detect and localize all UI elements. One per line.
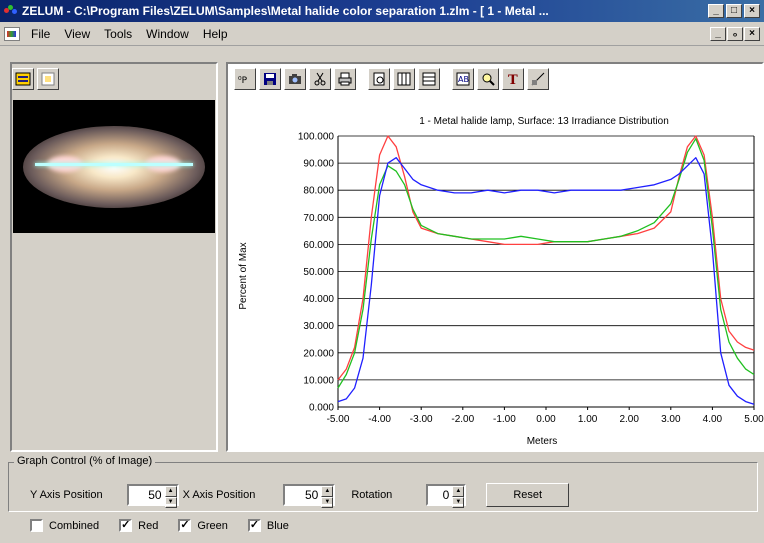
y-tick-label: 80.000 [303, 186, 334, 197]
split-view-icon[interactable] [12, 68, 34, 90]
channel-checkboxes: Combined ✓ Red ✓ Green ✓ Blue [30, 519, 309, 532]
close-button[interactable]: × [744, 4, 760, 18]
mdi-minimize-button[interactable]: _ [710, 26, 726, 41]
x-axis-down-arrow-icon[interactable]: ▼ [321, 497, 334, 508]
combined-checkbox[interactable]: Combined [30, 519, 99, 532]
lamp-image [13, 100, 215, 233]
x-tick-label: 5.00 [744, 414, 764, 425]
y-tick-label: 20.000 [303, 348, 334, 359]
y-axis-position-value[interactable]: 50 [129, 486, 165, 504]
reset-button[interactable]: Reset [486, 483, 570, 507]
x-axis-position-stepper[interactable]: 50 ▲ ▼ [283, 484, 336, 508]
series-line-2 [337, 157, 755, 405]
x-axis-position-label: X Axis Position [182, 489, 256, 501]
minimize-button[interactable]: _ [708, 4, 724, 18]
x-tick-label: -2.00 [451, 414, 474, 425]
menu-tools[interactable]: Tools [97, 25, 139, 43]
graph-control-legend: Graph Control (% of Image) [14, 455, 156, 467]
title-bar: ZELUM - C:\Program Files\ZELUM\Samples\M… [0, 0, 764, 22]
y-tick-label: 60.000 [303, 240, 334, 251]
app-icon[interactable] [4, 5, 18, 17]
y-tick-label: 30.000 [303, 321, 334, 332]
y-axis-position-label: Y Axis Position [30, 489, 103, 501]
rotation-up-arrow-icon[interactable]: ▲ [452, 486, 465, 497]
y-axis-down-arrow-icon[interactable]: ▼ [164, 497, 177, 508]
window-title: ZELUM - C:\Program Files\ZELUM\Samples\M… [22, 4, 549, 18]
chart-title: 1 - Metal halide lamp, Surface: 13 Irrad… [419, 116, 669, 127]
document-icon[interactable] [4, 26, 20, 41]
rotation-value[interactable]: 0 [428, 486, 452, 504]
green-check-box[interactable]: ✓ [178, 519, 192, 532]
series-line-0 [337, 135, 755, 381]
x-tick-label: -1.00 [493, 414, 516, 425]
combined-check-box[interactable] [30, 519, 43, 532]
blue-label: Blue [266, 519, 289, 532]
menu-window[interactable]: Window [139, 25, 196, 43]
menu-help[interactable]: Help [196, 25, 235, 43]
y-tick-label: 40.000 [303, 294, 334, 305]
image-view-icon[interactable] [37, 68, 59, 90]
green-checkbox[interactable]: ✓ Green [178, 519, 228, 532]
y-tick-label: 0.000 [309, 403, 334, 414]
series-line-1 [337, 138, 755, 389]
y-tick-label: 90.000 [303, 159, 334, 170]
blue-checkbox[interactable]: ✓ Blue [247, 519, 289, 532]
y-axis-position-stepper[interactable]: 50 ▲ ▼ [126, 484, 179, 508]
blue-check-box[interactable]: ✓ [247, 519, 261, 532]
y-tick-label: 70.000 [303, 213, 334, 224]
x-tick-label: 1.00 [578, 414, 598, 425]
y-tick-label: 50.000 [303, 267, 334, 278]
x-tick-label: -5.00 [327, 414, 350, 425]
y-tick-label: 100.000 [298, 132, 335, 143]
maximize-button[interactable]: □ [726, 4, 742, 18]
y-axis-label: Percent of Max [238, 242, 249, 309]
red-label: Red [138, 519, 159, 532]
combined-label: Combined [49, 519, 100, 532]
x-tick-label: 3.00 [661, 414, 681, 425]
rotation-label: Rotation [351, 489, 393, 501]
graph-control-row: Y Axis Position 50 ▲ ▼ X Axis Position 50… [30, 483, 570, 508]
menu-bar: File View Tools Window Help _ ₒ × [0, 22, 764, 46]
x-tick-label: 0.00 [536, 414, 556, 425]
rotation-stepper[interactable]: 0 ▲ ▼ [426, 484, 467, 508]
x-tick-label: -4.00 [368, 414, 391, 425]
red-checkbox[interactable]: ✓ Red [119, 519, 158, 532]
x-tick-label: 2.00 [619, 414, 639, 425]
x-axis-label: Meters [527, 436, 558, 447]
rotation-down-arrow-icon[interactable]: ▼ [452, 497, 465, 508]
menu-file[interactable]: File [24, 25, 57, 43]
red-check-box[interactable]: ✓ [119, 519, 133, 532]
x-axis-position-value[interactable]: 50 [285, 486, 321, 504]
y-tick-label: 10.000 [303, 375, 334, 386]
x-axis-up-arrow-icon[interactable]: ▲ [321, 486, 334, 497]
y-axis-up-arrow-icon[interactable]: ▲ [164, 486, 177, 497]
irradiance-chart: 1 - Metal halide lamp, Surface: 13 Irrad… [238, 116, 764, 447]
x-tick-label: -3.00 [410, 414, 433, 425]
image-toolbar [12, 68, 59, 90]
green-label: Green [197, 519, 228, 532]
mdi-restore-button[interactable]: ₒ [727, 26, 743, 41]
mdi-close-button[interactable]: × [744, 26, 760, 41]
menu-view[interactable]: View [57, 25, 97, 43]
x-tick-label: 4.00 [703, 414, 723, 425]
